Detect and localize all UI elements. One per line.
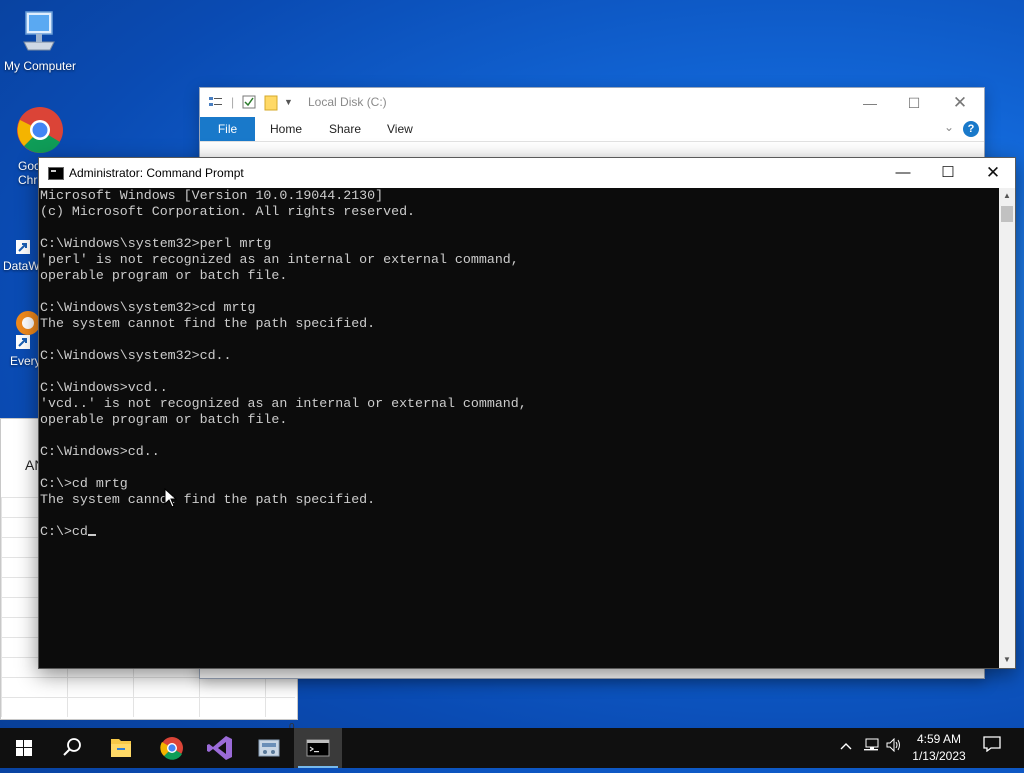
console-prompt-text: C:\>cd (40, 524, 88, 539)
taskbar: 4:59 AM 1/13/2023 (0, 728, 1024, 768)
clock-date: 1/13/2023 (912, 749, 966, 763)
tab-share[interactable]: Share (329, 117, 361, 141)
text-cursor (87, 534, 96, 536)
console-line: C:\Windows>vcd.. (40, 380, 168, 395)
action-center-button[interactable] (978, 728, 1006, 768)
cmd-vertical-scrollbar[interactable]: ▲ ▼ (999, 188, 1015, 668)
desktop-icon-datawarehouse[interactable]: DataW (0, 210, 40, 273)
console-output[interactable]: Microsoft Windows [Version 10.0.19044.21… (39, 188, 999, 668)
console-icon (48, 167, 64, 180)
console-line: operable program or batch file. (40, 268, 288, 283)
start-button[interactable] (0, 728, 48, 768)
taskbar-visual-studio[interactable] (196, 728, 244, 768)
everything-search-icon (16, 311, 40, 349)
visual-studio-icon (207, 736, 232, 760)
console-line: The system cannot find the path specifie… (40, 316, 376, 331)
desktop-icon-my-computer[interactable]: My Computer (0, 10, 80, 73)
show-hidden-icons-button[interactable] (836, 728, 856, 768)
desktop-icon-label: My Computer (3, 59, 77, 73)
search-icon (63, 738, 81, 756)
explorer-ribbon-tabs: File Home Share View ⌄ ? (200, 117, 984, 142)
network-status-button[interactable] (860, 728, 882, 768)
desktop-icon-label: DataW (3, 259, 40, 273)
cmd-minimize-button[interactable]: — (880, 158, 926, 188)
console-line: Microsoft Windows [Version 10.0.19044.21… (40, 188, 384, 203)
console-line: operable program or batch file. (40, 412, 288, 427)
scrollbar-thumb[interactable] (1001, 206, 1013, 222)
console-line: C:\Windows\system32>cd mrtg (40, 300, 256, 315)
cmd-window-title: Administrator: Command Prompt (69, 166, 244, 180)
taskbar-command-prompt[interactable] (294, 728, 342, 768)
notification-icon (983, 736, 1001, 753)
file-explorer-icon (111, 739, 131, 757)
desktop-icon-everything[interactable]: Every (0, 305, 41, 368)
quick-access-dropdown-icon[interactable]: ▼ (284, 97, 293, 107)
console-line: C:\Windows>cd.. (40, 444, 160, 459)
mouse-pointer-icon (164, 488, 178, 508)
command-prompt-icon (306, 739, 330, 757)
console-line: 'perl' is not recognized as an internal … (40, 252, 519, 267)
explorer-close-button[interactable]: ✕ (938, 92, 982, 114)
clock[interactable]: 4:59 AM 1/13/2023 (904, 731, 974, 765)
explorer-title: Local Disk (C:) (308, 95, 387, 109)
explorer-minimize-button[interactable]: — (848, 92, 892, 114)
clock-time: 4:59 AM (916, 732, 962, 746)
search-button[interactable] (48, 728, 96, 768)
console-line: 'vcd..' is not recognized as an internal… (40, 396, 527, 411)
desktop-icon-label: Every (10, 354, 41, 368)
scroll-down-arrow-icon[interactable]: ▼ (999, 652, 1015, 668)
cmd-maximize-button[interactable]: ☐ (925, 158, 971, 188)
command-prompt-window[interactable]: Administrator: Command Prompt — ☐ ✕ Micr… (38, 157, 1016, 669)
volume-button[interactable] (884, 728, 904, 768)
cmd-close-button[interactable]: ✕ (970, 158, 1016, 188)
console-line: C:\Windows\system32>cd.. (40, 348, 232, 363)
properties-icon[interactable] (208, 95, 224, 112)
separator-icon: | (231, 95, 235, 109)
explorer-titlebar[interactable]: | ▼ Local Disk (C:) — ☐ ✕ (200, 88, 984, 116)
my-computer-icon (23, 11, 55, 51)
tab-file[interactable]: File (200, 117, 255, 141)
tab-view[interactable]: View (387, 117, 413, 141)
console-line: (c) Microsoft Corporation. All rights re… (40, 204, 416, 219)
chrome-icon (17, 107, 63, 153)
console-input-line[interactable]: C:\>cd (40, 524, 96, 540)
tab-home[interactable]: Home (270, 117, 302, 141)
chrome-icon (160, 737, 183, 760)
taskbar-file-explorer[interactable] (97, 728, 145, 768)
checkbox-icon[interactable] (242, 95, 256, 112)
control-panel-icon (258, 739, 280, 757)
help-button[interactable]: ? (963, 121, 979, 137)
chevron-up-icon (840, 743, 852, 750)
scroll-up-arrow-icon[interactable]: ▲ (999, 188, 1015, 204)
ribbon-expand-chevron-icon[interactable]: ⌄ (944, 120, 954, 134)
console-line: C:\>cd mrtg (40, 476, 128, 491)
taskbar-chrome[interactable] (148, 728, 196, 768)
network-icon (864, 738, 879, 751)
taskbar-control-panel[interactable] (245, 728, 293, 768)
explorer-maximize-button[interactable]: ☐ (892, 92, 936, 114)
console-line: C:\Windows\system32>perl mrtg (40, 236, 272, 251)
windows-start-icon (16, 740, 32, 756)
new-folder-icon[interactable] (264, 95, 278, 114)
cmd-titlebar[interactable]: Administrator: Command Prompt — ☐ ✕ (39, 158, 1015, 188)
shortcut-arrow-icon (16, 240, 30, 254)
console-line: The system cannot find the path specifie… (40, 492, 376, 507)
volume-icon (886, 737, 900, 753)
